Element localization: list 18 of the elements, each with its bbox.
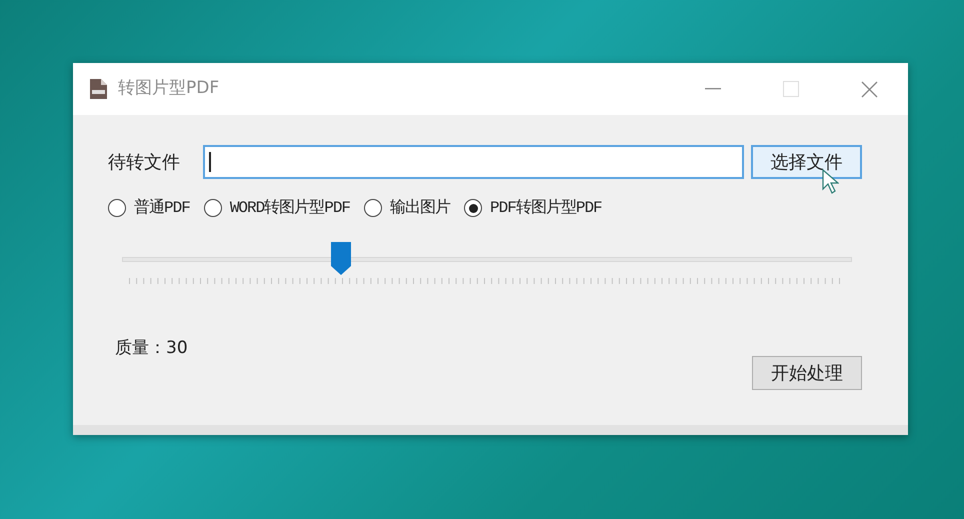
close-icon	[860, 80, 878, 98]
mouse-pointer-icon	[822, 169, 839, 195]
text-cursor	[208, 152, 211, 172]
mode-radio[interactable]: PDF转图片型PDF	[464, 196, 602, 220]
maximize-icon	[783, 81, 799, 97]
window-title: 转图片型PDF	[118, 77, 220, 100]
quality-slider[interactable]	[122, 240, 852, 286]
slider-thumb[interactable]	[331, 242, 351, 275]
minimize-icon	[705, 88, 721, 90]
quality-value-text: 质量：30	[115, 337, 188, 360]
start-button[interactable]: 开始处理	[752, 356, 862, 390]
file-path-field[interactable]	[202, 145, 744, 179]
mode-radio[interactable]: WORD转图片型PDF	[204, 196, 350, 220]
file-label: 待转文件	[108, 150, 181, 174]
pdf-file-icon	[90, 79, 107, 99]
choose-file-button[interactable]: 选择文件	[751, 145, 862, 179]
mode-radio[interactable]: 输出图片	[364, 196, 450, 220]
mode-radio[interactable]: 普通PDF	[108, 196, 190, 220]
